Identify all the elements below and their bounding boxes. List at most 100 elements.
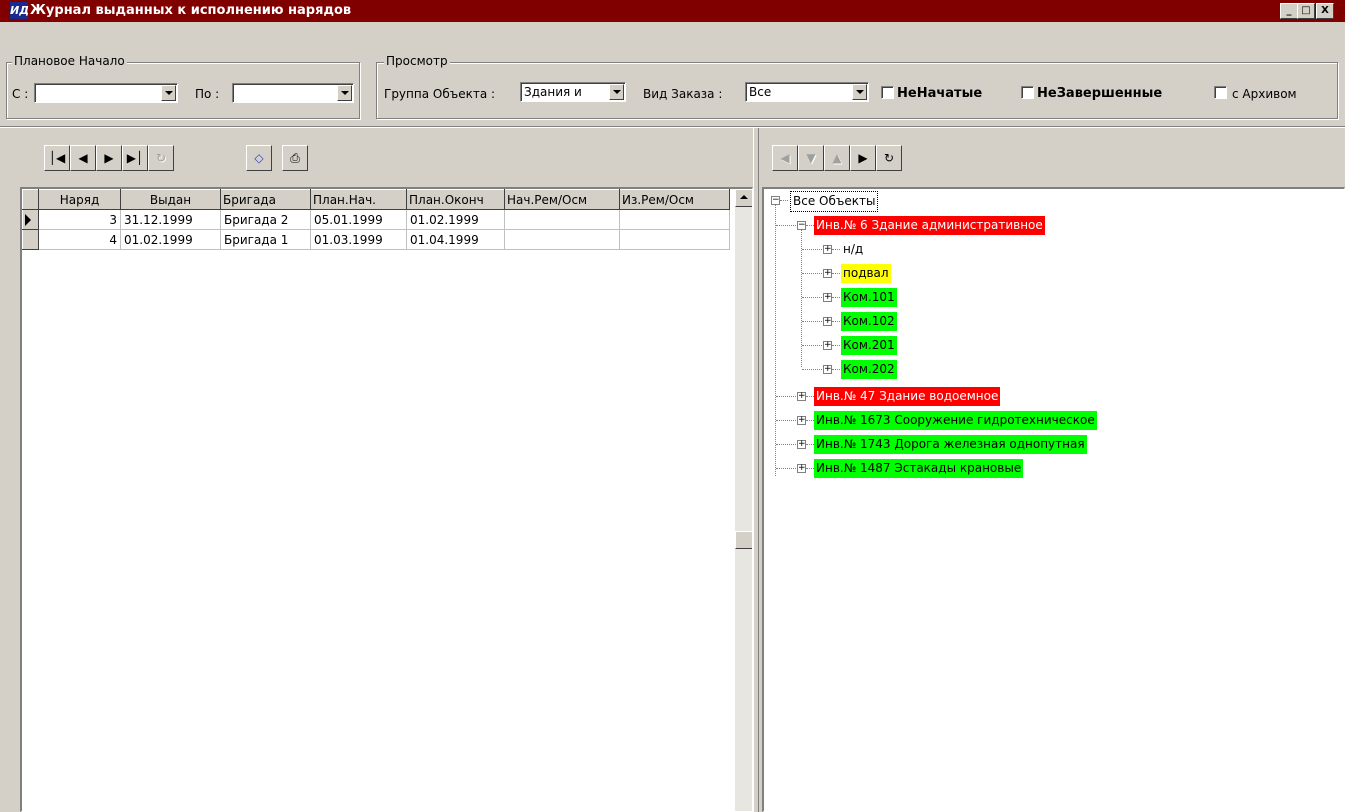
chevron-down-icon[interactable]: [609, 84, 624, 100]
plan-end-cell[interactable]: 01.04.1999: [406, 229, 505, 250]
orders-grid[interactable]: Наряд Выдан Бригада План.Нач. План.Оконч…: [20, 187, 753, 812]
tree-prev-button[interactable]: ◀: [772, 145, 798, 171]
order-type-value: Все: [749, 85, 772, 99]
print-button[interactable]: ⎙: [282, 145, 308, 171]
expand-icon[interactable]: +: [797, 464, 806, 473]
expand-icon[interactable]: +: [823, 317, 832, 326]
collapse-icon[interactable]: −: [771, 196, 780, 205]
order-type-combo[interactable]: Все: [745, 82, 869, 102]
tree-down-button[interactable]: ▼: [798, 145, 824, 171]
not-finished-label[interactable]: НеЗавершенные: [1037, 86, 1162, 101]
tree-line: [832, 321, 840, 322]
next-record-button[interactable]: ▶: [96, 145, 122, 171]
tree-node-basement[interactable]: подвал: [841, 264, 891, 283]
order-number-cell[interactable]: 3: [38, 209, 121, 230]
maximize-button[interactable]: □: [1297, 3, 1315, 19]
table-row[interactable]: 4 01.02.1999 Бригада 1 01.03.1999 01.04.…: [22, 229, 730, 250]
tree-refresh-button[interactable]: ↻: [876, 145, 902, 171]
grid-vertical-scrollbar[interactable]: [735, 189, 752, 811]
grid-column-header[interactable]: Наряд: [38, 189, 121, 210]
object-group-value: Здания и: [524, 85, 582, 99]
title-bar[interactable]: ИД Журнал выданных к исполнению нарядов …: [0, 0, 1345, 22]
first-record-icon: │◀: [48, 151, 66, 165]
brigade-cell[interactable]: Бригада 1: [220, 229, 311, 250]
scroll-up-button[interactable]: [735, 189, 752, 207]
app-icon[interactable]: ИД: [10, 2, 29, 19]
grid-column-header[interactable]: Нач.Рем/Осм: [504, 189, 620, 210]
grid-header-indicator: [22, 189, 39, 210]
row-indicator[interactable]: [22, 229, 39, 250]
grid-column-header[interactable]: План.Нач.: [310, 189, 407, 210]
object-group-combo[interactable]: Здания и: [520, 82, 626, 102]
scroll-thumb[interactable]: [735, 531, 752, 549]
repair-end-cell[interactable]: [619, 209, 730, 230]
orders-table: Наряд Выдан Бригада План.Нач. План.Оконч…: [22, 189, 730, 250]
order-number-cell[interactable]: 4: [38, 229, 121, 250]
plan-start-cell[interactable]: 01.03.1999: [310, 229, 407, 250]
objects-tree[interactable]: − Все Объекты − Инв.№ 6 Здание администр…: [762, 187, 1345, 812]
date-from-combo[interactable]: [34, 83, 178, 103]
tree-node-inv6[interactable]: Инв.№ 6 Здание административное: [814, 216, 1045, 235]
expand-icon[interactable]: +: [823, 293, 832, 302]
collapse-icon[interactable]: −: [797, 221, 806, 230]
tree-node-room101[interactable]: Ком.101: [841, 288, 897, 307]
row-indicator[interactable]: [22, 209, 39, 230]
grid-column-header[interactable]: Выдан: [120, 189, 221, 210]
grid-column-header[interactable]: План.Оконч: [406, 189, 505, 210]
expand-icon[interactable]: +: [823, 365, 832, 374]
table-row[interactable]: 3 31.12.1999 Бригада 2 05.01.1999 01.02.…: [22, 209, 730, 230]
grid-column-header[interactable]: Бригада: [220, 189, 311, 210]
tree-node-inv1743[interactable]: Инв.№ 1743 Дорога железная однопутная: [814, 435, 1087, 454]
expand-icon[interactable]: +: [797, 440, 806, 449]
tree-node-inv47[interactable]: Инв.№ 47 Здание водоемное: [814, 387, 1001, 406]
prior-record-button[interactable]: ◀: [70, 145, 96, 171]
repair-start-cell[interactable]: [504, 229, 620, 250]
repair-end-cell[interactable]: [619, 229, 730, 250]
plan-end-cell[interactable]: 01.02.1999: [406, 209, 505, 230]
archive-label[interactable]: с Архивом: [1232, 87, 1297, 101]
close-button[interactable]: X: [1316, 3, 1334, 19]
date-from-label: С :: [12, 87, 29, 101]
expand-icon[interactable]: +: [797, 392, 806, 401]
tree-line: [776, 468, 796, 469]
repair-start-cell[interactable]: [504, 209, 620, 230]
not-finished-checkbox[interactable]: [1021, 86, 1034, 99]
expand-icon[interactable]: +: [823, 269, 832, 278]
tree-node-room102[interactable]: Ком.102: [841, 312, 897, 331]
tree-line: [806, 420, 814, 421]
tree-node-room201[interactable]: Ком.201: [841, 336, 897, 355]
tree-node-inv1673[interactable]: Инв.№ 1673 Сооружение гидротехническое: [814, 411, 1097, 430]
chevron-down-icon[interactable]: [161, 85, 176, 101]
last-record-button[interactable]: ▶│: [122, 145, 148, 171]
chevron-down-icon[interactable]: [852, 84, 867, 100]
tree-root[interactable]: Все Объекты: [790, 191, 879, 212]
printer-icon: ⎙: [290, 151, 300, 165]
tree-line: [776, 420, 796, 421]
panel-splitter[interactable]: [753, 128, 759, 812]
tree-node-room202[interactable]: Ком.202: [841, 360, 897, 379]
minimize-button[interactable]: _: [1280, 3, 1298, 19]
open-button[interactable]: ◇: [246, 145, 272, 171]
grid-column-header[interactable]: Из.Рем/Осм: [619, 189, 730, 210]
refresh-button[interactable]: ↻: [148, 145, 174, 171]
not-started-label[interactable]: НеНачатые: [897, 86, 982, 101]
tree-up-button[interactable]: ▲: [824, 145, 850, 171]
expand-icon[interactable]: +: [823, 245, 832, 254]
not-started-checkbox[interactable]: [881, 86, 894, 99]
expand-icon[interactable]: +: [797, 416, 806, 425]
next-record-icon: ▶: [104, 151, 114, 165]
tree-next-button[interactable]: ▶: [850, 145, 876, 171]
plan-start-cell[interactable]: 05.01.1999: [310, 209, 407, 230]
first-record-button[interactable]: │◀: [44, 145, 70, 171]
issued-date-cell[interactable]: 31.12.1999: [120, 209, 221, 230]
issued-date-cell[interactable]: 01.02.1999: [120, 229, 221, 250]
expand-icon[interactable]: +: [823, 341, 832, 350]
archive-checkbox[interactable]: [1214, 86, 1227, 99]
brigade-cell[interactable]: Бригада 2: [220, 209, 311, 230]
tree-line: [802, 345, 822, 346]
tree-node-inv1487[interactable]: Инв.№ 1487 Эстакады крановые: [814, 459, 1024, 478]
tree-node-nd[interactable]: н/д: [841, 240, 865, 259]
chevron-down-icon[interactable]: [337, 85, 352, 101]
date-to-combo[interactable]: [232, 83, 354, 103]
tree-line: [776, 396, 796, 397]
